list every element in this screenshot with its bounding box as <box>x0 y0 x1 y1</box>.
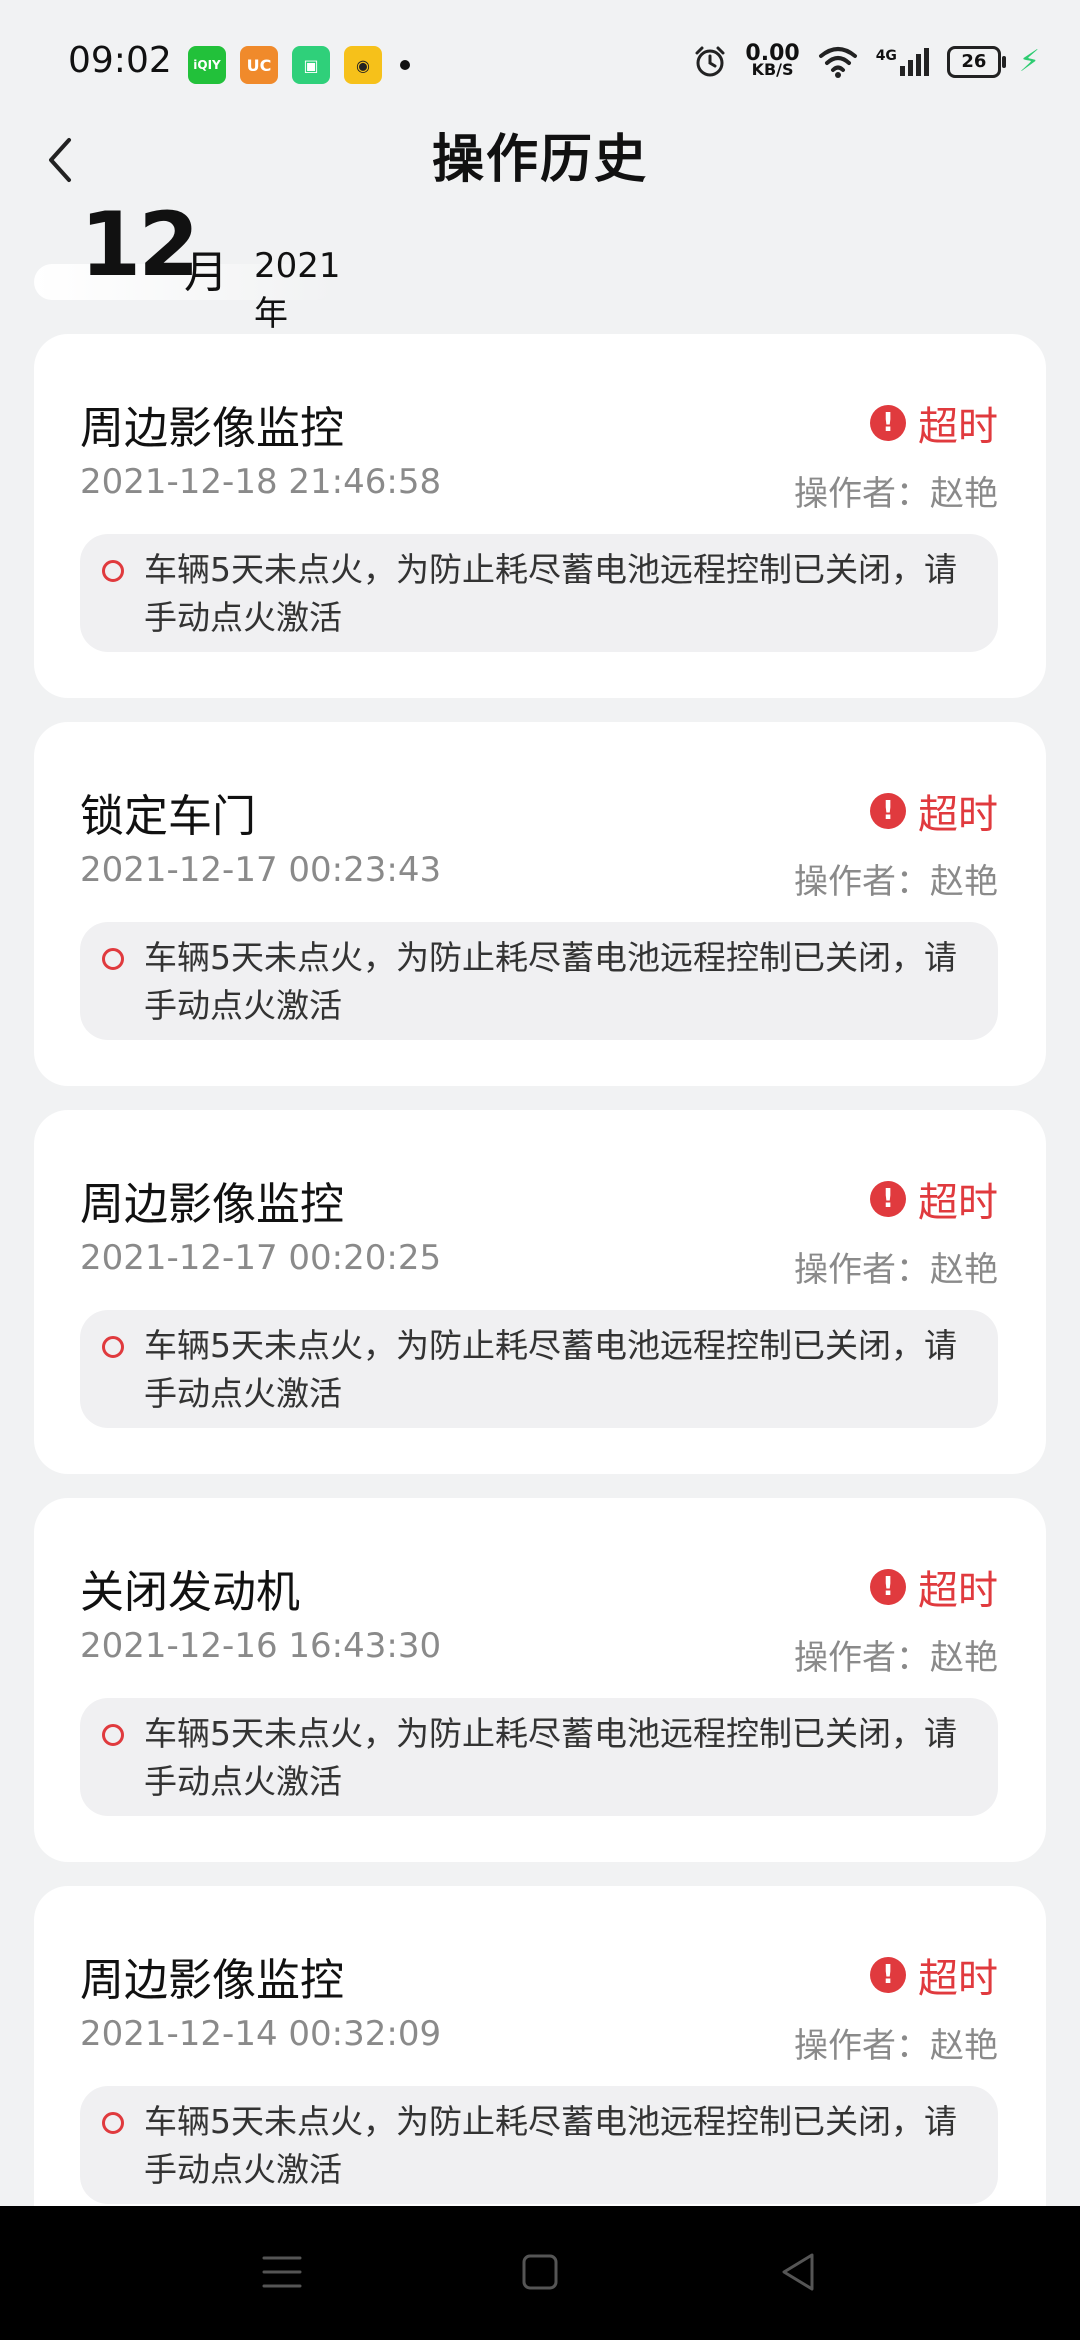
battery-icon: 26 <box>946 45 1006 78</box>
message-text: 车辆5天未点火，为防止耗尽蓄电池远程控制已关闭，请手动点火激活 <box>144 550 957 637</box>
operation-time: 2021-12-18 21:46:58 <box>80 462 442 502</box>
warning-icon: ! <box>870 1957 906 1993</box>
warning-icon: ! <box>870 793 906 829</box>
operation-title: 周边影像监控 <box>80 1955 344 2006</box>
nav-home-button[interactable] <box>510 2242 570 2302</box>
status-bar: 09:02 iQIY UC ▣ ◉ 0.00 KB/S 4G 26 ⚡ <box>0 0 1080 120</box>
message-box: 车辆5天未点火，为防止耗尽蓄电池远程控制已关闭，请手动点火激活 <box>80 534 998 652</box>
history-card[interactable]: 周边影像监控 ! 超时 2021-12-17 00:20:25 操作者：赵艳 车… <box>34 1110 1046 1474</box>
bullet-ring-icon <box>102 1724 124 1746</box>
signal-type-label: 4G <box>875 47 897 64</box>
message-text: 车辆5天未点火，为防止耗尽蓄电池远程控制已关闭，请手动点火激活 <box>144 1714 957 1801</box>
back-button[interactable] <box>30 125 90 195</box>
cell-signal-icon: 4G <box>875 47 929 76</box>
bullet-ring-icon <box>102 948 124 970</box>
operation-title: 关闭发动机 <box>80 1567 300 1618</box>
uc-app-icon: UC <box>240 46 278 84</box>
bullet-ring-icon <box>102 2112 124 2134</box>
history-card[interactable]: 周边影像监控 ! 超时 2021-12-18 21:46:58 操作者：赵艳 车… <box>34 334 1046 698</box>
history-card[interactable]: 锁定车门 ! 超时 2021-12-17 00:23:43 操作者：赵艳 车辆5… <box>34 722 1046 1086</box>
history-card[interactable]: 周边影像监控 ! 超时 2021-12-14 00:32:09 操作者：赵艳 车… <box>34 1886 1046 2250</box>
alarm-icon <box>695 46 725 76</box>
operation-time: 2021-12-14 00:32:09 <box>80 2014 442 2054</box>
more-notifications-dot <box>400 60 410 70</box>
status-label: 超时 <box>918 792 998 838</box>
status-time: 09:02 <box>68 40 172 81</box>
history-card[interactable]: 关闭发动机 ! 超时 2021-12-16 16:43:30 操作者：赵艳 车辆… <box>34 1498 1046 1862</box>
operation-time: 2021-12-16 16:43:30 <box>80 1626 442 1666</box>
status-label: 超时 <box>918 1956 998 2002</box>
year-label: 2021年 <box>254 246 341 334</box>
operator-label: 操作者：赵艳 <box>794 1638 998 1678</box>
store-app-icon: ▣ <box>292 46 330 84</box>
operation-title: 周边影像监控 <box>80 1179 344 1230</box>
notification-icons: iQIY UC ▣ ◉ <box>188 46 410 84</box>
nav-back-button[interactable] <box>768 2242 828 2302</box>
message-box: 车辆5天未点火，为防止耗尽蓄电池远程控制已关闭，请手动点火激活 <box>80 1698 998 1816</box>
operator-label: 操作者：赵艳 <box>794 1250 998 1290</box>
warning-icon: ! <box>870 1181 906 1217</box>
car-app-icon: ◉ <box>344 46 382 84</box>
message-box: 车辆5天未点火，为防止耗尽蓄电池远程控制已关闭，请手动点火激活 <box>80 922 998 1040</box>
operation-title: 锁定车门 <box>80 791 256 842</box>
message-box: 车辆5天未点火，为防止耗尽蓄电池远程控制已关闭，请手动点火激活 <box>80 1310 998 1428</box>
status-badge: ! 超时 <box>870 1558 998 1616</box>
wifi-icon <box>818 46 857 78</box>
network-speed: 0.00 KB/S <box>745 42 799 79</box>
iqiyi-app-icon: iQIY <box>188 46 226 84</box>
message-text: 车辆5天未点火，为防止耗尽蓄电池远程控制已关闭，请手动点火激活 <box>144 2102 957 2189</box>
message-box: 车辆5天未点火，为防止耗尽蓄电池远程控制已关闭，请手动点火激活 <box>80 2086 998 2204</box>
operation-time: 2021-12-17 00:20:25 <box>80 1238 442 1278</box>
message-text: 车辆5天未点火，为防止耗尽蓄电池远程控制已关闭，请手动点火激活 <box>144 1326 957 1413</box>
status-badge: ! 超时 <box>870 1946 998 2004</box>
home-square-icon <box>522 2254 558 2290</box>
warning-icon: ! <box>870 1569 906 1605</box>
history-list: 周边影像监控 ! 超时 2021-12-18 21:46:58 操作者：赵艳 车… <box>34 334 1046 2274</box>
operator-label: 操作者：赵艳 <box>794 474 998 514</box>
operation-time: 2021-12-17 00:23:43 <box>80 850 442 890</box>
system-icons: 0.00 KB/S 4G 26 ⚡ <box>693 42 1040 79</box>
back-triangle-icon <box>782 2253 814 2291</box>
bullet-ring-icon <box>102 1336 124 1358</box>
month-unit: 月 <box>184 247 228 298</box>
status-badge: ! 超时 <box>870 1170 998 1228</box>
operator-label: 操作者：赵艳 <box>794 862 998 902</box>
status-label: 超时 <box>918 1180 998 1226</box>
operation-title: 周边影像监控 <box>80 403 344 454</box>
status-badge: ! 超时 <box>870 782 998 840</box>
month-number: 12 <box>80 193 199 296</box>
message-text: 车辆5天未点火，为防止耗尽蓄电池远程控制已关闭，请手动点火激活 <box>144 938 957 1025</box>
warning-icon: ! <box>870 405 906 441</box>
nav-menu-button[interactable] <box>252 2242 312 2302</box>
bullet-ring-icon <box>102 560 124 582</box>
system-nav-bar <box>0 2206 1080 2340</box>
status-badge: ! 超时 <box>870 394 998 452</box>
status-label: 超时 <box>918 404 998 450</box>
status-label: 超时 <box>918 1568 998 1614</box>
menu-icon <box>262 2256 302 2288</box>
chevron-left-icon <box>49 138 71 182</box>
network-speed-unit: KB/S <box>751 59 794 79</box>
operator-label: 操作者：赵艳 <box>794 2026 998 2066</box>
charging-icon: ⚡ <box>1018 44 1040 79</box>
